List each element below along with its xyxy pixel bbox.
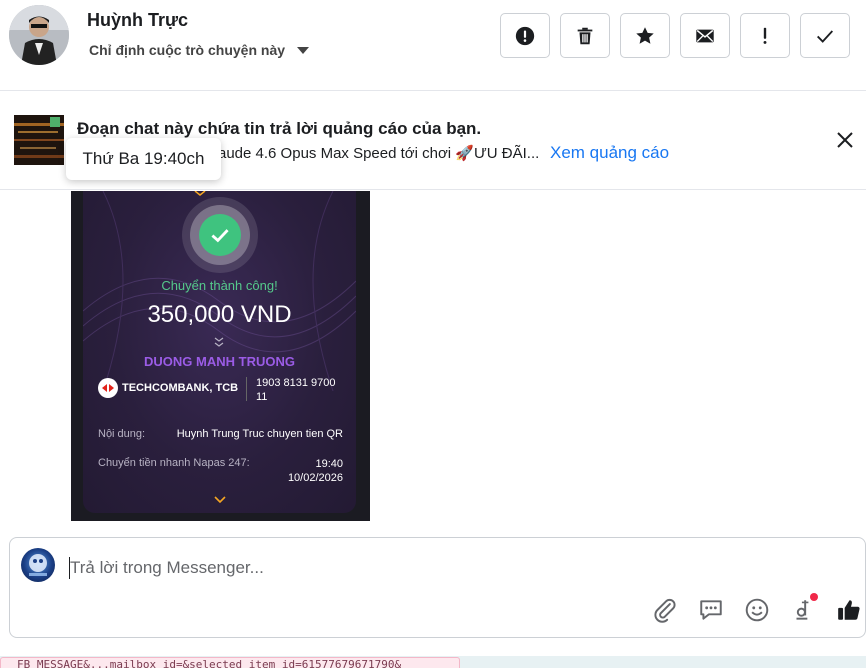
url-status-bar: FB_MESSAGE&...mailbox_id=&selected_item_… <box>0 657 460 668</box>
trash-icon <box>577 27 593 44</box>
transfer-type-label: Chuyển tiền nhanh Napas 247: <box>98 457 250 469</box>
page-avatar <box>21 548 55 582</box>
like-button[interactable] <box>836 597 862 623</box>
transfer-status: Chuyển thành công! <box>161 278 278 293</box>
ad-thumbnail[interactable] <box>14 115 64 165</box>
message-image-attachment[interactable]: Chuyển thành công! 350,000 VND DUONG MAN… <box>71 191 370 521</box>
close-banner-button[interactable] <box>835 130 855 150</box>
ad-banner-subtitle: aude 4.6 Opus Max Speed tới chơi 🚀ƯU ĐÃI… <box>218 145 540 162</box>
check-icon <box>211 229 229 243</box>
contact-avatar[interactable] <box>9 5 69 65</box>
transfer-receipt: Chuyển thành công! 350,000 VND DUONG MAN… <box>83 191 356 513</box>
ad-banner-title: Đoạn chat này chứa tin trả lời quảng cáo… <box>77 119 482 138</box>
notification-dot <box>810 593 818 601</box>
reply-composer: Trả lời trong Messenger... <box>9 537 866 638</box>
view-ad-link[interactable]: Xem quảng cáo <box>550 143 669 163</box>
close-icon <box>837 132 853 148</box>
chevron-up-icon <box>194 191 206 196</box>
alert-circle-icon <box>515 26 535 45</box>
success-badge <box>182 197 258 273</box>
account-number: 1903 8131 9700 11 <box>256 377 336 403</box>
checkmark-icon <box>817 29 834 43</box>
techcombank-logo <box>98 378 118 398</box>
content-value: Huynh Trung Truc chuyen tien QR <box>176 428 343 440</box>
transfer-amount: 350,000 VND <box>147 301 292 328</box>
content-label: Nội dung: <box>98 428 146 440</box>
star-button[interactable] <box>620 13 670 58</box>
assign-label: Chỉ định cuộc trò chuyện này <box>89 42 286 58</box>
star-icon <box>636 26 654 44</box>
assign-conversation-dropdown[interactable]: Chỉ định cuộc trò chuyện này <box>89 42 310 58</box>
exclamation-icon <box>763 27 767 44</box>
envelope-icon <box>696 29 714 42</box>
attach-file-button[interactable] <box>652 597 678 623</box>
conversation-header: Huỳnh Trực Chỉ định cuộc trò chuyện này <box>0 0 866 91</box>
transfer-datetime: 19:40 10/02/2026 <box>243 457 343 485</box>
saved-replies-button[interactable] <box>698 597 724 623</box>
thumbs-up-icon <box>838 600 860 620</box>
payment-button[interactable] <box>790 593 818 623</box>
delete-button[interactable] <box>560 13 610 58</box>
emoji-button[interactable] <box>744 597 770 623</box>
paperclip-icon <box>654 598 676 623</box>
caret-down-icon <box>297 46 310 54</box>
mark-spam-button[interactable] <box>500 13 550 58</box>
transfer-date: 10/02/2026 <box>287 472 343 484</box>
reply-input[interactable]: Trả lời trong Messenger... <box>70 558 264 578</box>
contact-name[interactable]: Huỳnh Trực <box>87 10 188 31</box>
recipient-name: DUONG MANH TRUONG <box>144 354 295 369</box>
transfer-time: 19:40 <box>315 458 343 470</box>
composer-toolbar <box>652 593 862 623</box>
emoji-icon <box>745 598 769 622</box>
chevron-down-icon <box>214 496 226 504</box>
mark-done-button[interactable] <box>800 13 850 58</box>
inbox-conversation-view: Huỳnh Trực Chỉ định cuộc trò chuyện này <box>0 0 866 668</box>
header-actions <box>500 13 850 58</box>
divider <box>246 377 247 401</box>
saved-replies-icon <box>700 600 722 620</box>
double-chevron-down-icon <box>214 337 224 347</box>
bank-name: TECHCOMBANK, TCB <box>122 382 239 394</box>
mark-important-button[interactable] <box>740 13 790 58</box>
mark-unread-button[interactable] <box>680 13 730 58</box>
timestamp-tooltip: Thứ Ba 19:40ch <box>66 138 221 180</box>
